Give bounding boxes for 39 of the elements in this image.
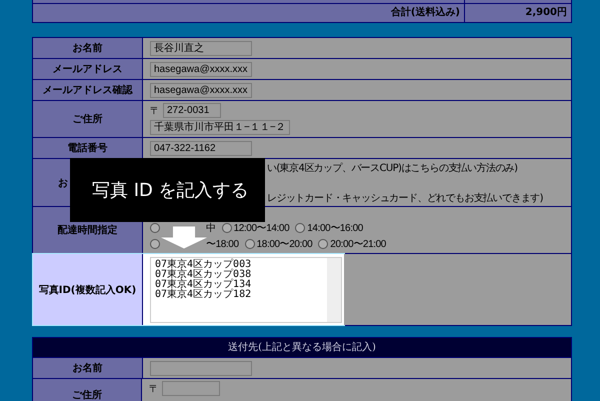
input-field[interactable]: hasegawa@xxxx.xxx [150, 82, 252, 98]
section-header: 送付先(上記と異なる場合に記入) [33, 338, 571, 357]
radio-button[interactable] [222, 223, 232, 233]
input-field[interactable]: 千葉県市川市平田１−１１−２ [150, 120, 290, 135]
field-label: メールアドレス [33, 59, 143, 79]
payment-text: い(東京4区カップ、バースCUP)はこちらの支払い方法のみ) [267, 162, 518, 174]
text-area[interactable]: 07東京4区カップ003 07東京4区カップ038 07東京4区カップ134 07東京4区カップ182 [150, 256, 342, 322]
postal-mark: 〒 [150, 104, 160, 118]
scrollbar[interactable] [327, 258, 341, 322]
radio-label: 〜18:00 [206, 238, 239, 251]
radio-label: 14:00〜16:00 [307, 222, 363, 235]
field-label: お名前 [33, 358, 143, 378]
input-field[interactable]: 272-0031 [163, 103, 221, 118]
radio-label: 12:00〜14:00 [234, 222, 290, 235]
radio-button[interactable] [295, 223, 306, 233]
radio-button[interactable] [150, 223, 160, 233]
radio-button[interactable] [150, 239, 160, 249]
input-field[interactable]: 047-322-1162 [150, 140, 252, 156]
total-label: 合計(送料込み) [33, 4, 465, 22]
radio-button[interactable] [244, 239, 255, 249]
radio-label: 18:00〜20:00 [256, 238, 312, 251]
postal-mark: 〒 [149, 382, 159, 396]
field-label: お名前 [33, 38, 143, 58]
radio-label: 中 [206, 222, 216, 235]
radio-button[interactable] [318, 239, 328, 249]
field-label: メールアドレス確認 [33, 80, 143, 100]
instruction-tooltip: 写真 ID を記入する [70, 158, 265, 222]
total-value: 2,900円 [524, 6, 568, 20]
input-field[interactable] [162, 381, 220, 396]
input-field[interactable] [150, 360, 252, 376]
arrow-icon [161, 226, 207, 249]
input-field[interactable]: 長谷川直之 [150, 40, 252, 56]
input-field[interactable]: hasegawa@xxxx.xxx [150, 62, 252, 76]
field-label: ご住所 [33, 379, 142, 401]
field-label: 写真ID(複数記入OK) [33, 254, 143, 325]
field-label: 電話番号 [33, 138, 143, 158]
payment-text: レジットカード・キャッシュカード、どれでもお支払いできます) [267, 192, 544, 204]
radio-label: 20:00〜21:00 [330, 238, 386, 251]
field-label: ご住所 [33, 101, 143, 137]
